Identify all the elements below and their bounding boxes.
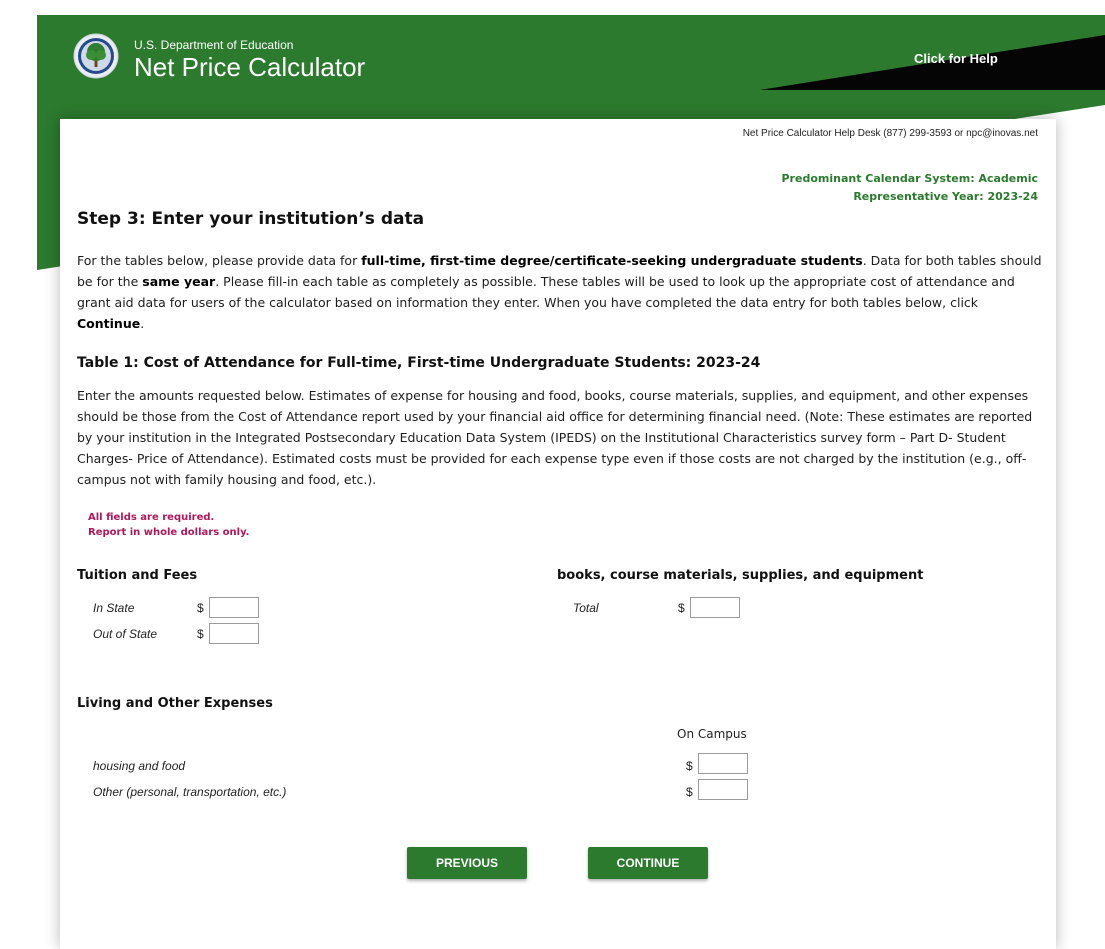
- intro-text: . Please fill-in each table as completel…: [77, 274, 1015, 310]
- intro-emphasis: Continue: [77, 316, 141, 331]
- intro-text: For the tables below, please provide dat…: [77, 253, 362, 268]
- currency-symbol: $: [197, 627, 204, 641]
- intro-emphasis: same year: [142, 274, 216, 289]
- calendar-system: Predominant Calendar System: Academic: [781, 172, 1039, 185]
- previous-button[interactable]: PREVIOUS: [407, 847, 527, 879]
- housing-food-label: housing and food: [93, 759, 186, 773]
- intro-text: .: [140, 316, 145, 331]
- main-card: Net Price Calculator Help Desk (877) 299…: [60, 119, 1056, 949]
- help-desk-info: Net Price Calculator Help Desk (877) 299…: [742, 128, 1038, 139]
- required-notice: All fields are required. Report in whole…: [88, 510, 249, 540]
- intro-paragraph: For the tables below, please provide dat…: [77, 250, 1043, 334]
- out-of-state-label: Out of State: [93, 627, 158, 641]
- table-instructions: Enter the amounts requested below. Estim…: [77, 388, 1033, 487]
- other-expenses-input[interactable]: [698, 779, 748, 800]
- living-expenses-heading: Living and Other Expenses: [77, 696, 273, 711]
- currency-symbol: $: [678, 601, 685, 615]
- representative-year: Representative Year: 2023-24: [853, 190, 1038, 203]
- books-heading: books, course materials, supplies, and e…: [557, 568, 924, 583]
- continue-button[interactable]: CONTINUE: [588, 847, 708, 879]
- department-name: U.S. Department of Education: [134, 38, 294, 52]
- intro-emphasis: full-time, first-time degree/certificate…: [361, 253, 863, 268]
- currency-symbol: $: [686, 759, 693, 773]
- currency-symbol: $: [686, 785, 693, 799]
- housing-food-input[interactable]: [698, 753, 748, 774]
- books-total-input[interactable]: [690, 597, 740, 618]
- books-total-label: Total: [573, 601, 599, 615]
- out-of-state-tuition-input[interactable]: [209, 623, 259, 644]
- currency-symbol: $: [197, 601, 204, 615]
- department-seal-icon: [73, 33, 119, 79]
- in-state-tuition-input[interactable]: [209, 597, 259, 618]
- on-campus-column-header: On Campus: [677, 727, 747, 741]
- help-link[interactable]: Click for Help: [914, 51, 998, 66]
- required-line: All fields are required.: [88, 512, 215, 523]
- in-state-label: In State: [93, 601, 135, 615]
- whole-dollars-line: Report in whole dollars only.: [88, 527, 250, 538]
- table-title: Table 1: Cost of Attendance for Full-tim…: [77, 355, 761, 371]
- app-title: Net Price Calculator: [134, 52, 366, 82]
- step-title: Step 3: Enter your institution’s data: [77, 209, 425, 229]
- tuition-heading: Tuition and Fees: [77, 568, 198, 583]
- calendar-info: Predominant Calendar System: Academic Re…: [782, 170, 1039, 206]
- other-expenses-label: Other (personal, transportation, etc.): [93, 785, 287, 799]
